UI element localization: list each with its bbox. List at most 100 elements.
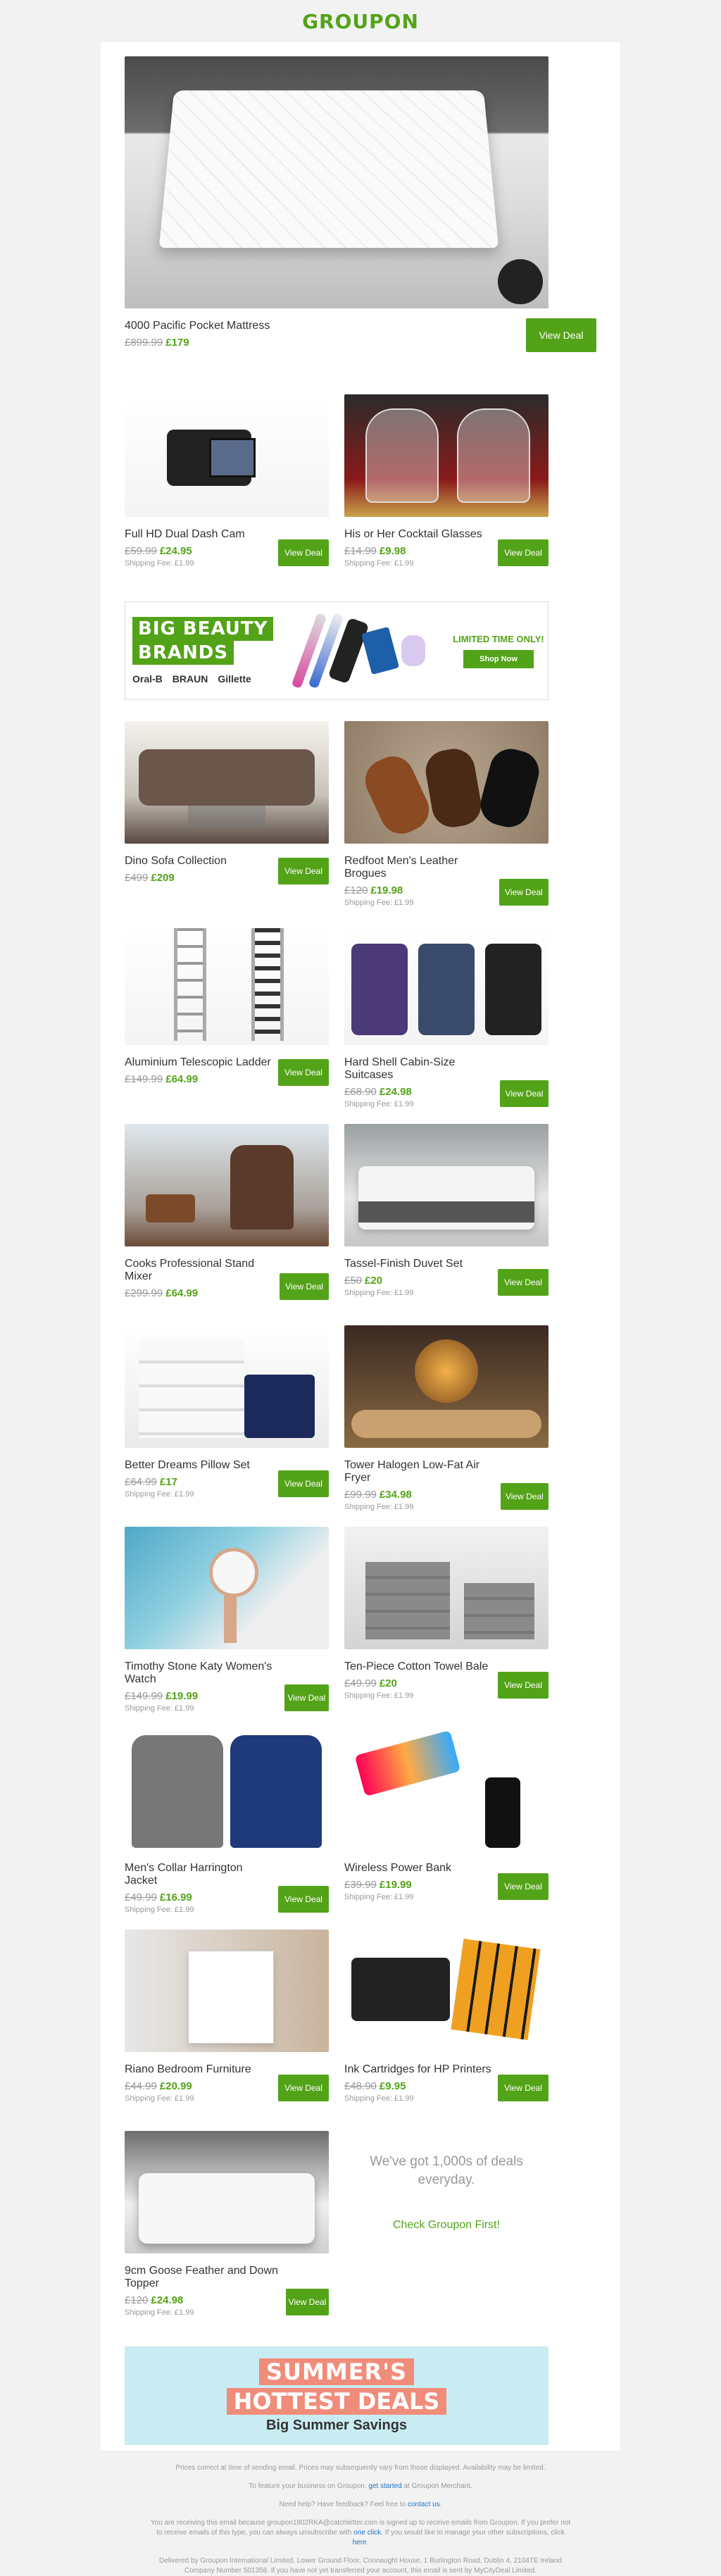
deal-price: £39.99 £19.99	[344, 1879, 451, 1891]
deal-title[interactable]: Ink Cartridges for HP Printers	[344, 2063, 491, 2076]
deal-title[interactable]: Better Dreams Pillow Set	[125, 1459, 250, 1472]
old-price: £14.99	[344, 545, 377, 557]
view-deal-button[interactable]: View Deal	[498, 539, 548, 566]
new-price: £9.95	[379, 2080, 406, 2092]
view-deal-button[interactable]: View Deal	[278, 539, 329, 566]
view-deal-button[interactable]: View Deal	[280, 1273, 329, 1300]
view-deal-button[interactable]: View Deal	[278, 1059, 329, 1086]
hero-view-deal-button[interactable]: View Deal	[526, 318, 596, 352]
view-deal-button[interactable]: View Deal	[498, 1873, 548, 1900]
hero-title[interactable]: 4000 Pacific Pocket Mattress	[125, 320, 270, 332]
old-price: £149.99	[125, 1073, 163, 1085]
view-deal-button[interactable]: View Deal	[286, 2289, 329, 2315]
contact-us-link[interactable]: contact us	[408, 2501, 440, 2508]
new-price: £64.99	[165, 1287, 199, 1299]
summer-line1: SUMMER'S	[258, 2358, 415, 2385]
new-price: £19.99	[165, 1690, 199, 1702]
deal-image[interactable]	[344, 394, 548, 517]
deal-title[interactable]: Full HD Dual Dash Cam	[125, 528, 245, 541]
deal-image[interactable]	[344, 721, 548, 844]
mixer-icon	[230, 1145, 294, 1230]
deal-card: Dino Sofa Collection £499 £209 View Deal	[125, 721, 329, 923]
deal-image[interactable]	[125, 2131, 329, 2253]
help-line: Need help? Have feedback? Feel free to c…	[279, 2501, 442, 2508]
dashcam-screen	[209, 438, 256, 477]
old-price: £299.99	[125, 1287, 163, 1299]
deal-title[interactable]: Aluminium Telescopic Ladder	[125, 1056, 271, 1069]
summer-deals-banner[interactable]: SUMMER'S HOTTEST DEALS Big Summer Saving…	[125, 2346, 548, 2445]
deal-image[interactable]	[125, 1527, 329, 1649]
deal-title[interactable]: Cooks Professional Stand Mixer	[125, 1258, 280, 1283]
deal-title[interactable]: Dino Sofa Collection	[125, 855, 227, 868]
cake-icon	[146, 1194, 195, 1223]
deal-image[interactable]	[344, 1325, 548, 1448]
deal-title[interactable]: Timothy Stone Katy Women's Watch	[125, 1661, 284, 1686]
deal-title[interactable]: Riano Bedroom Furniture	[125, 2063, 251, 2076]
deal-image[interactable]	[344, 923, 548, 1045]
deal-image[interactable]	[344, 1527, 548, 1649]
view-deal-button[interactable]: View Deal	[278, 1470, 329, 1497]
view-deal-button[interactable]: View Deal	[498, 2075, 548, 2101]
view-deal-button[interactable]: View Deal	[278, 1886, 329, 1913]
deal-title[interactable]: Men's Collar Harrington Jacket	[125, 1862, 278, 1887]
deal-price: £50 £20	[344, 1275, 463, 1287]
mattress-image[interactable]	[125, 56, 548, 308]
shop-now-button[interactable]: Shop Now	[463, 649, 534, 668]
deal-image[interactable]	[125, 1325, 329, 1448]
view-deal-button[interactable]: View Deal	[499, 879, 548, 906]
brand-oralb: Oral-B	[132, 673, 163, 684]
summer-line2: HOTTEST DEALS	[226, 2387, 447, 2415]
old-price: £44.99	[125, 2080, 157, 2092]
deal-image[interactable]	[125, 1728, 329, 1851]
deal-card: 9cm Goose Feather and Down Topper £120 £2…	[125, 2131, 329, 2332]
view-deal-button[interactable]: View Deal	[498, 1672, 548, 1699]
deal-price: £120 £19.98	[344, 884, 499, 896]
help-text: Need help? Have feedback? Feel free to	[279, 2501, 406, 2508]
manage-subscriptions-link[interactable]: here	[353, 2539, 367, 2546]
deal-image[interactable]	[344, 1124, 548, 1246]
deal-card: Redfoot Men's Leather Brogues £120 £19.98…	[344, 721, 548, 923]
new-price: £34.98	[379, 1489, 412, 1501]
deal-title[interactable]: Ten-Piece Cotton Towel Bale	[344, 1661, 488, 1673]
get-started-link[interactable]: get started	[368, 2482, 401, 2490]
view-deal-button[interactable]: View Deal	[500, 1080, 548, 1107]
deal-image[interactable]	[344, 1930, 548, 2052]
view-deal-button[interactable]: View Deal	[284, 1684, 329, 1711]
deal-image[interactable]	[125, 394, 329, 517]
deal-title[interactable]: His or Her Cocktail Glasses	[344, 528, 482, 541]
view-deal-button[interactable]: View Deal	[500, 1483, 548, 1510]
deal-title[interactable]: Redfoot Men's Leather Brogues	[344, 855, 499, 880]
deal-title[interactable]: Wireless Power Bank	[344, 1862, 451, 1875]
shipping-fee: Shipping Fee: £1.99	[125, 2094, 194, 2103]
deal-image[interactable]	[125, 1930, 329, 2052]
powerbank-icon	[485, 1777, 520, 1848]
deal-title[interactable]: Tower Halogen Low-Fat Air Fryer	[344, 1459, 501, 1484]
shipping-fee: Shipping Fee: £1.99	[344, 899, 414, 907]
deal-image[interactable]	[125, 923, 329, 1045]
deal-title[interactable]: 9cm Goose Feather and Down Topper	[125, 2265, 286, 2290]
deal-card: Full HD Dual Dash Cam £59.99 £24.95 Shipp…	[125, 394, 329, 596]
shipping-fee: Shipping Fee: £1.99	[125, 1704, 194, 1713]
deal-image[interactable]	[344, 1728, 548, 1851]
deal-image[interactable]	[125, 1124, 329, 1246]
view-deal-button[interactable]: View Deal	[278, 858, 329, 884]
jacket-icon	[230, 1735, 322, 1848]
deal-card: Riano Bedroom Furniture £44.99 £20.99 Shi…	[125, 1930, 329, 2131]
deal-title[interactable]: Tassel-Finish Duvet Set	[344, 1258, 463, 1270]
watch-strap	[224, 1594, 237, 1643]
deal-card: His or Her Cocktail Glasses £14.99 £9.98 …	[344, 394, 548, 596]
check-groupon-link[interactable]: Check Groupon First!	[393, 2219, 500, 2232]
one-click-link[interactable]: one click	[353, 2529, 381, 2537]
printer-icon	[351, 1958, 450, 2021]
groupon-logo[interactable]: GROUPON	[302, 10, 419, 33]
view-deal-button[interactable]: View Deal	[278, 2075, 329, 2101]
new-price: £24.98	[379, 1086, 412, 1098]
ladder-icon	[251, 928, 284, 1041]
view-deal-button[interactable]: View Deal	[498, 1269, 548, 1296]
beauty-brands-banner[interactable]: BIG BEAUTY BRANDS Oral-B BRAUN Gillette …	[125, 601, 548, 700]
deal-title[interactable]: Hard Shell Cabin-Size Suitcases	[344, 1056, 500, 1082]
suitcase-icon	[351, 944, 408, 1035]
shipping-fee: Shipping Fee: £1.99	[344, 1100, 414, 1108]
deal-image[interactable]	[125, 721, 329, 844]
company-address: Delivered by Groupon International Limit…	[158, 2557, 562, 2575]
